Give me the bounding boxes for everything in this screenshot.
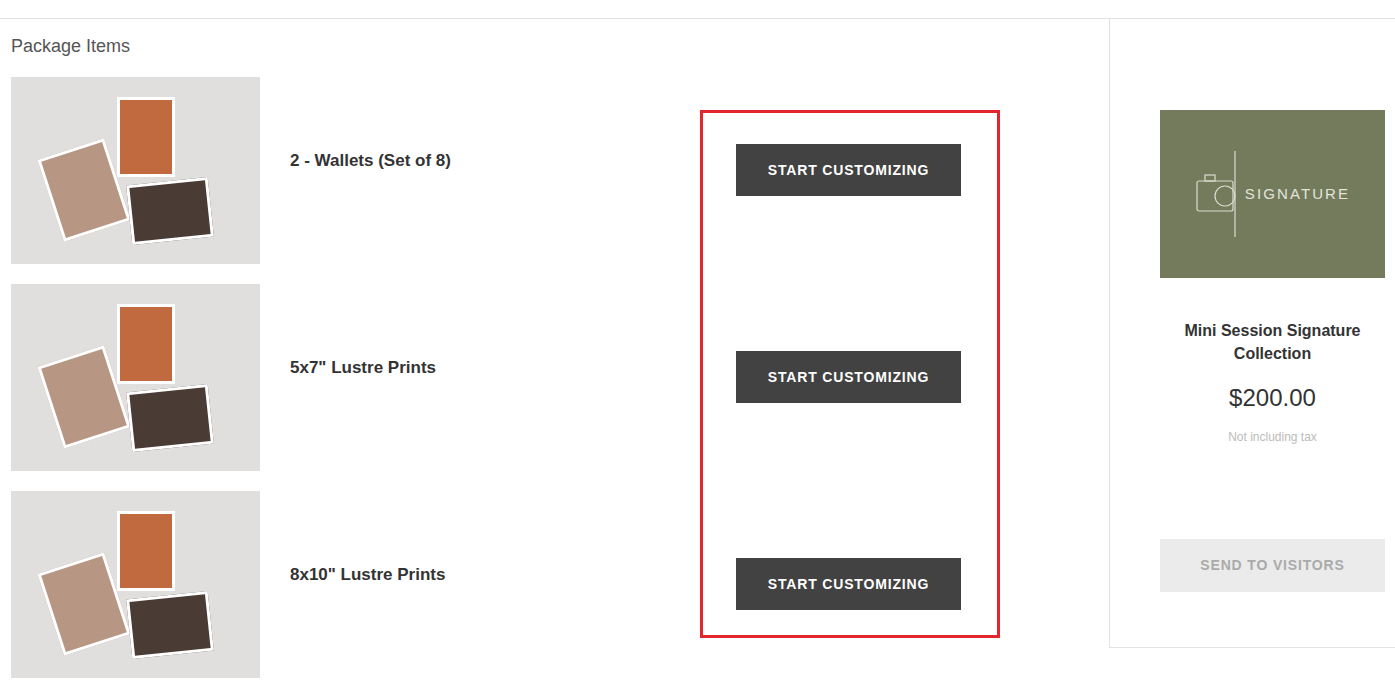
item-list: 2 - Wallets (Set of 8) 5x7" Lustre Prints… bbox=[11, 77, 700, 678]
photo bbox=[126, 384, 214, 452]
photo bbox=[117, 97, 175, 177]
package-items: Package Items 2 - Wallets (Set of 8) 5x7" … bbox=[0, 19, 1109, 678]
camera-logo-icon bbox=[1195, 149, 1241, 239]
start-customizing-button[interactable]: START CUSTOMIZING bbox=[736, 351, 961, 403]
item-thumbnail bbox=[11, 77, 260, 264]
photo bbox=[126, 591, 214, 659]
top-bar bbox=[0, 0, 1395, 19]
start-customizing-button[interactable]: START CUSTOMIZING bbox=[736, 558, 961, 610]
item-label: 5x7" Lustre Prints bbox=[290, 284, 436, 471]
item-thumbnail bbox=[11, 491, 260, 678]
highlight-box: START CUSTOMIZING START CUSTOMIZING START … bbox=[700, 110, 1000, 638]
photo bbox=[126, 177, 214, 245]
photo bbox=[117, 304, 175, 384]
start-customizing-button[interactable]: START CUSTOMIZING bbox=[736, 144, 961, 196]
item-row: 8x10" Lustre Prints bbox=[11, 491, 700, 678]
item-thumbnail bbox=[11, 284, 260, 471]
logo-text: SIGNATURE bbox=[1245, 183, 1350, 206]
package-title: Mini Session Signature Collection bbox=[1160, 319, 1385, 365]
package-price: $200.00 bbox=[1229, 383, 1316, 413]
photo bbox=[117, 511, 175, 591]
section-header: Package Items bbox=[11, 34, 700, 58]
page: Package Items 2 - Wallets (Set of 8) 5x7" … bbox=[0, 0, 1395, 681]
package-panel: SIGNATURE Mini Session Signature Collecti… bbox=[1109, 19, 1395, 648]
items-column: Package Items 2 - Wallets (Set of 8) 5x7" … bbox=[0, 19, 700, 678]
content: Package Items 2 - Wallets (Set of 8) 5x7" … bbox=[0, 19, 1395, 678]
item-label: 2 - Wallets (Set of 8) bbox=[290, 77, 451, 264]
item-label: 8x10" Lustre Prints bbox=[290, 491, 445, 678]
tax-note: Not including tax bbox=[1228, 428, 1317, 446]
send-to-visitors-button[interactable]: SEND TO VISITORS bbox=[1160, 539, 1385, 592]
item-row: 5x7" Lustre Prints bbox=[11, 284, 700, 471]
item-row: 2 - Wallets (Set of 8) bbox=[11, 77, 700, 264]
package-logo: SIGNATURE bbox=[1160, 110, 1385, 278]
